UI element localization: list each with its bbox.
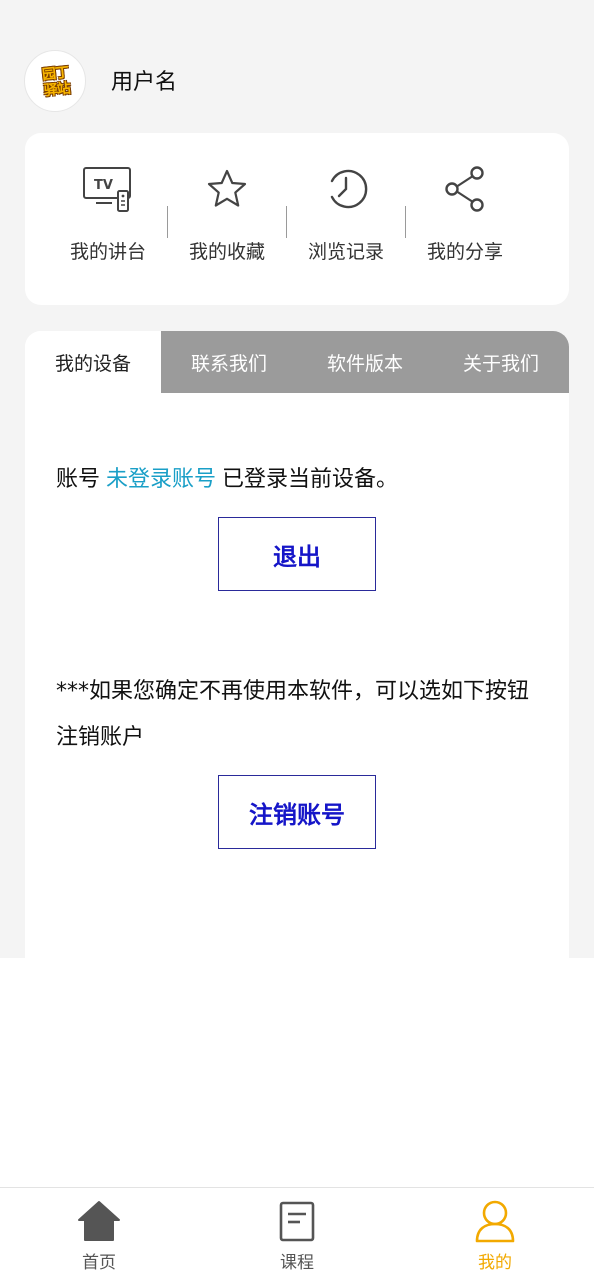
quick-item-favorites[interactable]: 我的收藏 [168,163,286,273]
quick-item-label: 我的讲台 [69,241,146,263]
username[interactable]: 用户名 [111,64,177,96]
quick-item-my-podium[interactable]: TV 我的讲台 [49,163,167,273]
bottom-nav: 首页 课程 我的 [0,1187,594,1280]
account-status: 账号 未登录账号 已登录当前设备。 [56,461,398,493]
tab-contact-us[interactable]: 联系我们 [161,331,297,393]
clock-history-icon [320,163,372,215]
quick-item-history[interactable]: 浏览记录 [287,163,405,273]
nav-mine[interactable]: 我的 [435,1198,555,1278]
share-icon [439,163,491,215]
star-icon [201,163,253,215]
quick-item-share[interactable]: 我的分享 [406,163,524,273]
nav-label: 首页 [82,1253,116,1273]
nav-label: 我的 [478,1253,512,1273]
tab-my-devices[interactable]: 我的设备 [25,331,161,393]
deregister-notice: ***如果您确定不再使用本软件，可以选如下按钮注销账户 [56,679,530,750]
nav-courses[interactable]: 课程 [237,1198,357,1278]
document-icon [274,1198,320,1244]
tab-software-version[interactable]: 软件版本 [297,331,433,393]
app-logo: 园丁 驿站 [31,61,81,104]
quick-item-label: 浏览记录 [307,241,384,263]
svg-text:TV: TV [94,178,113,193]
tab-panel: 我的设备 联系我们 软件版本 关于我们 账号 未登录账号 已登录当前设备。 退出 *… [25,331,569,958]
tv-remote-icon: TV [82,163,134,215]
tab-about-us[interactable]: 关于我们 [433,331,569,393]
avatar[interactable]: 园丁 驿站 [24,50,86,112]
deregister-button[interactable]: 注销账号 [218,775,376,849]
home-icon [76,1198,122,1244]
logout-button[interactable]: 退出 [218,517,376,591]
account-prefix: 账号 [56,467,101,492]
logo-line-2: 驿站 [43,80,71,100]
user-icon [472,1198,518,1244]
quick-actions-card: TV 我的讲台 我的收藏 浏览记录 我的分享 [25,133,569,305]
nav-label: 课程 [280,1253,314,1273]
nav-home[interactable]: 首页 [39,1198,159,1278]
account-suffix: 已登录当前设备。 [222,467,399,492]
quick-item-label: 我的收藏 [188,241,265,263]
quick-item-label: 我的分享 [426,241,503,263]
account-name: 未登录账号 [106,467,217,492]
tab-bar: 我的设备 联系我们 软件版本 关于我们 [25,331,569,393]
